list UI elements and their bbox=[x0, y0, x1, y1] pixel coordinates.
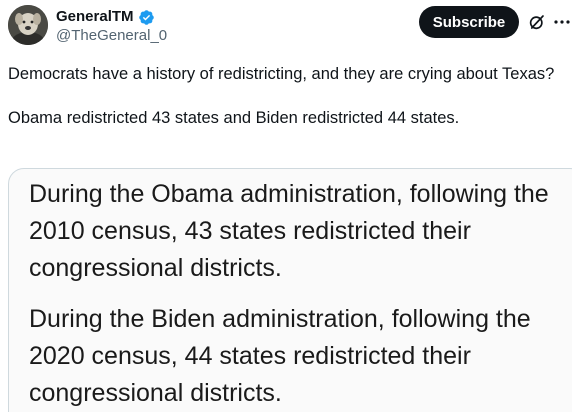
tweet-paragraph: Obama redistricted 43 states and Biden r… bbox=[8, 109, 460, 127]
attached-image[interactable]: During the Obama administration, followi… bbox=[8, 168, 572, 412]
author-handle[interactable]: @TheGeneral_0 bbox=[56, 27, 167, 45]
tweet-paragraph: Democrats have a history of redistrictin… bbox=[8, 65, 555, 83]
tweet-text: Democrats have a history of redistrictin… bbox=[8, 63, 564, 129]
author-display-name[interactable]: GeneralTM bbox=[56, 8, 134, 26]
avatar[interactable] bbox=[8, 5, 48, 45]
grok-icon[interactable] bbox=[528, 13, 546, 31]
image-text-paragraph: During the Obama administration, followi… bbox=[29, 180, 549, 282]
verified-badge-icon bbox=[138, 9, 155, 26]
subscribe-button[interactable]: Subscribe bbox=[419, 6, 519, 38]
more-options-icon[interactable] bbox=[554, 13, 570, 31]
tweet: GeneralTM @TheGeneral_0 Subscribe Democr… bbox=[0, 0, 572, 412]
author-name-row[interactable]: GeneralTM bbox=[56, 8, 155, 26]
dog-avatar-icon bbox=[8, 5, 48, 45]
image-text-paragraph: During the Biden administration, followi… bbox=[29, 305, 531, 407]
